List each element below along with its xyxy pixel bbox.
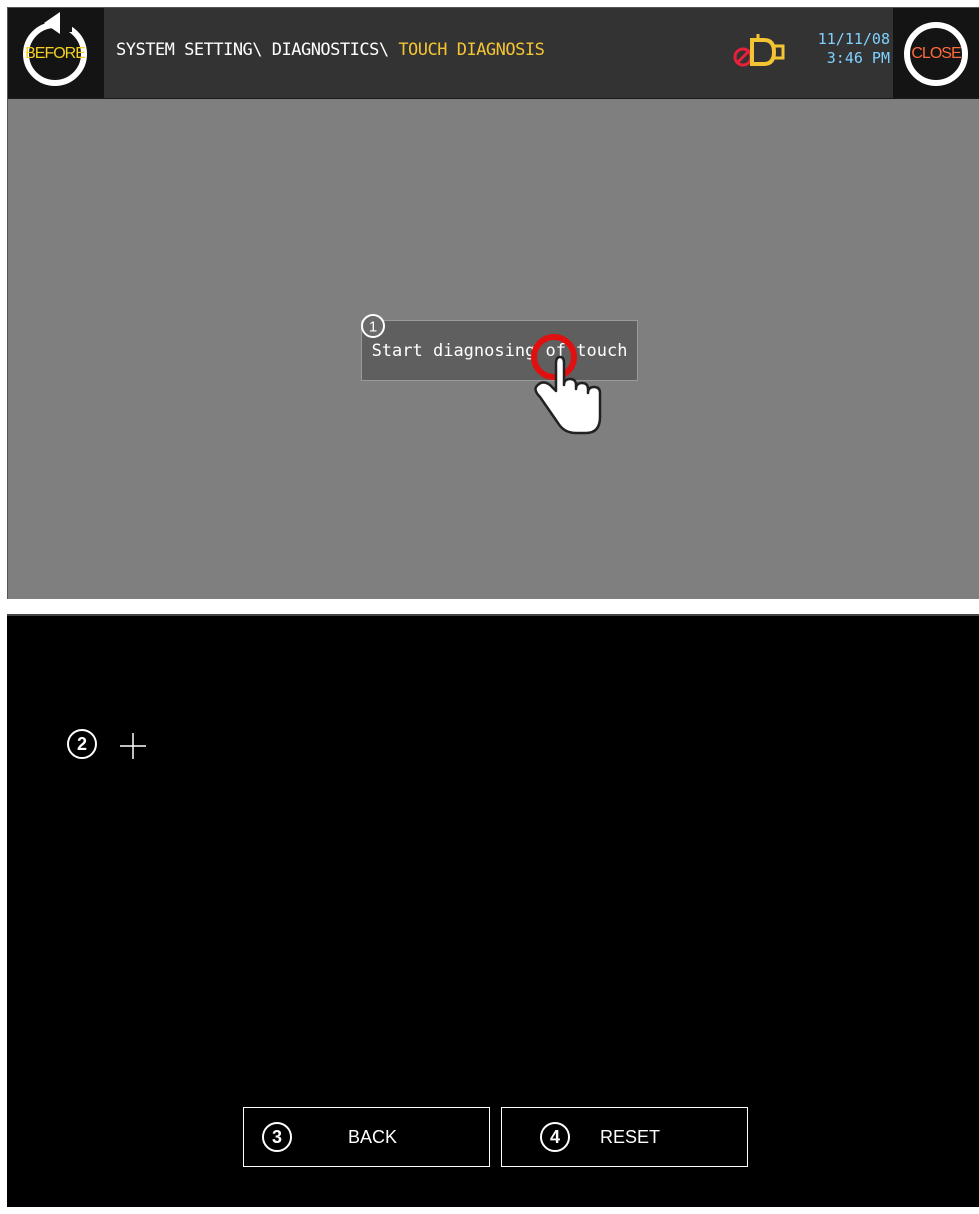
step-3-badge: 3	[262, 1122, 292, 1152]
before-button[interactable]: BEFORE	[8, 8, 104, 98]
step-1-badge: 1	[361, 314, 385, 338]
back-label: BACK	[348, 1127, 398, 1147]
button-row: 3 BACK 4 RESET	[7, 1014, 979, 1214]
before-label: BEFORE	[25, 45, 86, 62]
time-text: 3:46 PM	[826, 49, 890, 67]
back-button[interactable]: 3 BACK	[243, 1107, 490, 1167]
step-2-number: 2	[76, 733, 87, 754]
step-2-badge: 2	[67, 729, 97, 759]
clock: 11/11/08 3:46 PM	[800, 30, 890, 68]
touch-diagnosis-screen: BEFORE SYSTEM SETTING\ DIAGNOSTICS\ TOUC…	[7, 7, 979, 599]
reset-label: RESET	[600, 1127, 661, 1147]
crosshair-icon	[120, 733, 146, 759]
step-3-number: 3	[271, 1126, 282, 1147]
step-4-badge: 4	[540, 1122, 570, 1152]
alarm-bell-icon[interactable]	[730, 30, 788, 74]
date-text: 11/11/08	[817, 30, 890, 48]
reset-button[interactable]: 4 RESET	[501, 1107, 748, 1167]
title-bar: BEFORE SYSTEM SETTING\ DIAGNOSTICS\ TOUC…	[8, 8, 979, 99]
breadcrumb: SYSTEM SETTING\ DIAGNOSTICS\ TOUCH DIAGN…	[116, 40, 545, 60]
close-label: CLOSE	[911, 45, 961, 62]
ring-gap	[58, 18, 72, 32]
touch-test-screen[interactable]: 2 3 BACK 4 RESET	[7, 614, 979, 1207]
close-ring: CLOSE	[904, 22, 968, 86]
refresh-arrow-icon	[44, 12, 60, 34]
step-1-number: 1	[369, 319, 377, 336]
breadcrumb-path: SYSTEM SETTING\ DIAGNOSTICS\	[116, 40, 399, 60]
hand-pointer-icon	[531, 334, 602, 435]
close-button[interactable]: CLOSE	[893, 8, 979, 98]
step-4-number: 4	[549, 1126, 560, 1147]
breadcrumb-current: TOUCH DIAGNOSIS	[398, 40, 545, 60]
